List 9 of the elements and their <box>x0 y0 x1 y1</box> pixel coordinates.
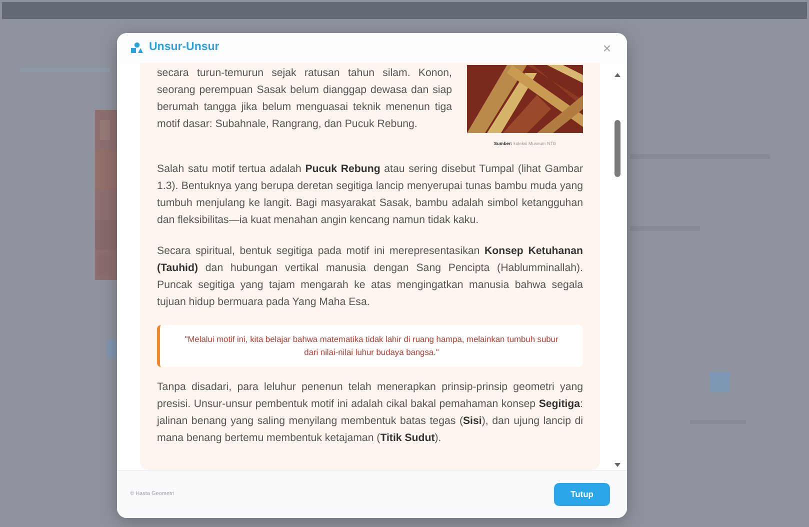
dialog-title: Unsur-Unsur <box>149 40 220 56</box>
quote-box: "Melalui motif ini, kita belajar bahwa matematika tidak lahir di ruang hampa, melainkan tumbuh subur dari nilai-nilai luhur budaya bangsa." <box>157 325 583 367</box>
paragraph: secara turun-temurun sejak ratusan tahun silam. Konon, seorang perempuan Sasak belum dianggap dewasa dan siap berumah tangga jika belum menguasai teknik menenun tiga motif dasar: Subahnale, Rangrang, dan Pucuk Rebung. <box>157 66 452 132</box>
paragraph: Salah satu motif tertua adalah Pucuk Rebung atau sering disebut Tumpal (lihat Gambar 1.3). Bentuknya yang berupa deretan segitiga lancip menyerupai tunas bambu muda yang tumbuh menjulang ke langit. Bagi masyarakat Sasak, bambu adalah simbol ketangguhan dan fleksibilitas—ia kuat menahan angin kencang namun tidak kaku. <box>157 162 583 228</box>
paragraph: Secara spiritual, bentuk segitiga pada motif ini merepresentasikan Konsep Ketuhanan (Tauhid) dan hubungan vertikal manusia dengan Sang Pencipta (Hablumminallah). Puncak segitiga yang tajam mengarah ke atas mengingatkan manusia bahwa segala tujuan hidup bermuara pada Yang Maha Esa. <box>157 244 583 310</box>
shapes-icon <box>130 42 144 54</box>
close-button[interactable]: × <box>600 41 613 55</box>
close-button[interactable]: Tutup <box>554 483 610 506</box>
paragraph: Tanpa disadari, para leluhur penenun telah menerapkan prinsip-prinsip geometri yang presisi. Unsur-unsur pembentuk motif ini adalah cikal bakal pemahaman konsep Segitiga: jalinan benang yang saling menyilang membentuk batas tegas (Sisi), dan ujung lancip di mana benang bertemu membentuk ketajaman (Titik Sudut). <box>157 380 583 446</box>
